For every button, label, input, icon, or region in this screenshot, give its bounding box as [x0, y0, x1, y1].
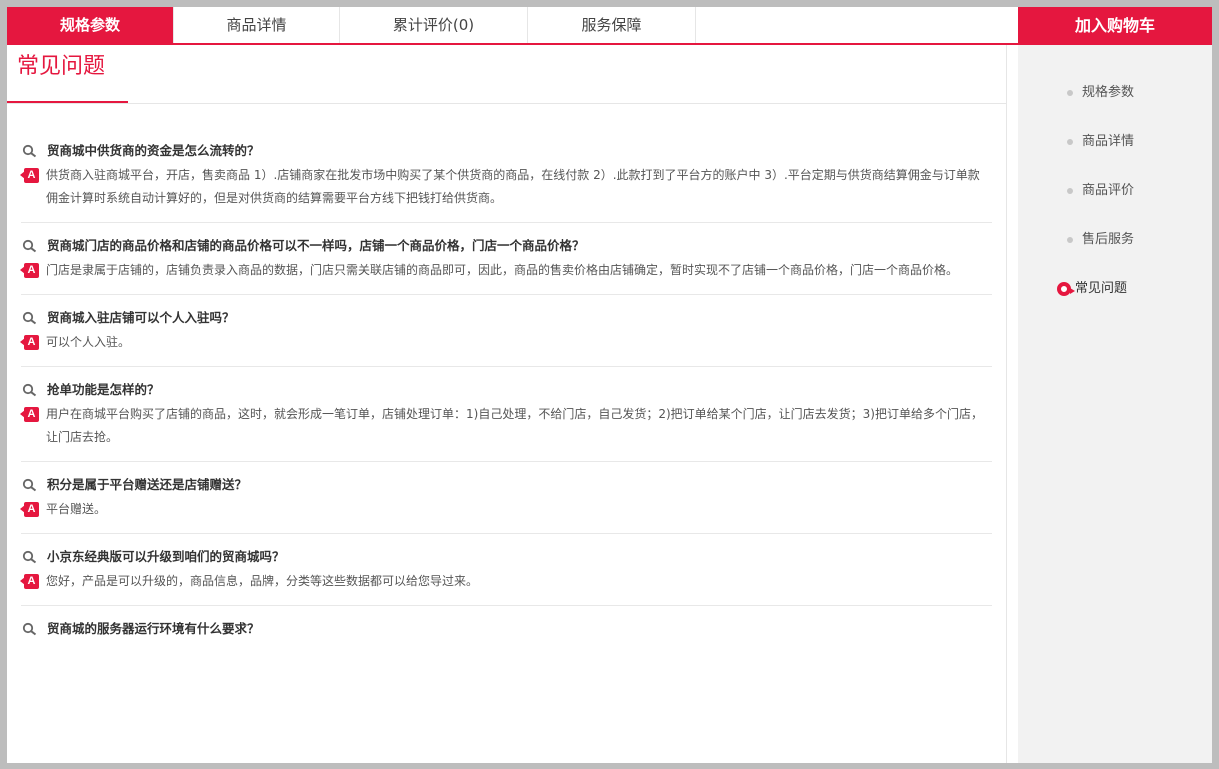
- bullet-dot-icon: [1067, 90, 1073, 96]
- answer-text: 门店是隶属于店铺的，店铺负责录入商品的数据，门店只需关联店铺的商品即可，因此，商…: [46, 263, 959, 277]
- section-header: 常见问题: [7, 45, 1006, 104]
- answer-row: A 您好，产品是可以升级的，商品信息，品牌，分类等这些数据都可以给您导过来。: [20, 570, 992, 593]
- question-search-icon: [21, 548, 39, 566]
- answer-text: 平台赠送。: [46, 502, 107, 516]
- question-row: 积分是属于平台赠送还是店铺赠送？: [21, 475, 992, 495]
- question-text: 积分是属于平台赠送还是店铺赠送？: [47, 477, 248, 492]
- faq-panel: 常见问题 贸商城中供货商的资金是怎么流转的？ A 供货商入驻商城平台，开店，售卖…: [7, 45, 1007, 763]
- answer-text: 您好，产品是可以升级的，商品信息，品牌，分类等这些数据都可以给您导过来。: [46, 574, 479, 588]
- faq-item: 贸商城门店的商品价格和店铺的商品价格可以不一样吗，店铺一个商品价格，门店一个商品…: [20, 223, 992, 295]
- answer-row: A 用户在商城平台购买了店铺的商品，这时，就会形成一笔订单，店铺处理订单：1)自…: [20, 403, 992, 449]
- active-pointer-icon: [1057, 282, 1075, 296]
- side-nav-label: 商品评价: [1082, 183, 1135, 198]
- answer-icon: A: [20, 263, 39, 279]
- faq-item: 积分是属于平台赠送还是店铺赠送？ A 平台赠送。: [20, 462, 992, 534]
- side-nav-item-faq[interactable]: 常见问题: [1057, 279, 1127, 299]
- answer-icon: A: [20, 502, 39, 518]
- faq-list: 贸商城中供货商的资金是怎么流转的？ A 供货商入驻商城平台，开店，售卖商品 1）…: [7, 104, 1006, 651]
- question-row: 小京东经典版可以升级到咱们的贸商城吗？: [21, 547, 992, 567]
- bullet-dot-icon: [1067, 139, 1073, 145]
- question-search-icon: [21, 309, 39, 327]
- side-nav-item-details[interactable]: 商品详情: [1064, 132, 1134, 152]
- side-nav-item-specs[interactable]: 规格参数: [1064, 83, 1134, 103]
- answer-icon: A: [20, 574, 39, 590]
- side-nav-item-after-sales[interactable]: 售后服务: [1064, 230, 1134, 250]
- question-search-icon: [21, 237, 39, 255]
- question-text: 小京东经典版可以升级到咱们的贸商城吗？: [47, 549, 285, 564]
- answer-icon: A: [20, 335, 39, 351]
- question-text: 贸商城入驻店铺可以个人入驻吗？: [47, 310, 235, 325]
- question-search-icon: [21, 142, 39, 160]
- faq-item: 贸商城入驻店铺可以个人入驻吗？ A 可以个人入驻。: [20, 295, 992, 367]
- answer-text: 可以个人入驻。: [46, 335, 131, 349]
- side-nav-item-reviews[interactable]: 商品评价: [1064, 181, 1134, 201]
- add-to-cart-button[interactable]: 加入购物车: [1018, 7, 1212, 45]
- question-text: 贸商城的服务器运行环境有什么要求？: [47, 621, 260, 636]
- tab-specs[interactable]: 规格参数: [7, 7, 174, 43]
- answer-text: 用户在商城平台购买了店铺的商品，这时，就会形成一笔订单，店铺处理订单：1)自己处…: [46, 407, 983, 444]
- section-title: 常见问题: [7, 45, 128, 103]
- question-search-icon: [21, 476, 39, 494]
- answer-text: 供货商入驻商城平台，开店，售卖商品 1）.店铺商家在批发市场中购买了某个供货商的…: [46, 168, 980, 205]
- faq-item: 抢单功能是怎样的？ A 用户在商城平台购买了店铺的商品，这时，就会形成一笔订单，…: [20, 367, 992, 462]
- faq-item: 贸商城的服务器运行环境有什么要求？: [21, 606, 992, 651]
- faq-item: 贸商城中供货商的资金是怎么流转的？ A 供货商入驻商城平台，开店，售卖商品 1）…: [20, 104, 992, 223]
- question-row: 贸商城门店的商品价格和店铺的商品价格可以不一样吗，店铺一个商品价格，门店一个商品…: [21, 236, 992, 256]
- answer-icon: A: [20, 407, 39, 423]
- tab-service[interactable]: 服务保障: [528, 7, 696, 43]
- question-row: 贸商城中供货商的资金是怎么流转的？: [21, 141, 992, 161]
- answer-row: A 供货商入驻商城平台，开店，售卖商品 1）.店铺商家在批发市场中购买了某个供货…: [20, 164, 992, 210]
- side-nav-label: 商品详情: [1082, 134, 1135, 149]
- question-search-icon: [21, 620, 39, 638]
- tab-bar: 规格参数 商品详情 累计评价(0) 服务保障: [7, 7, 1018, 45]
- question-text: 抢单功能是怎样的？: [47, 382, 160, 397]
- page-frame: 规格参数 商品详情 累计评价(0) 服务保障 加入购物车 常见问题 贸商城中供货…: [7, 7, 1212, 763]
- bullet-dot-icon: [1067, 188, 1073, 194]
- tab-details[interactable]: 商品详情: [174, 7, 340, 43]
- answer-icon: A: [20, 168, 39, 184]
- side-nav-label: 售后服务: [1082, 232, 1135, 247]
- question-text: 贸商城门店的商品价格和店铺的商品价格可以不一样吗，店铺一个商品价格，门店一个商品…: [47, 238, 585, 253]
- answer-row: A 可以个人入驻。: [20, 331, 992, 354]
- question-search-icon: [21, 381, 39, 399]
- answer-row: A 门店是隶属于店铺的，店铺负责录入商品的数据，门店只需关联店铺的商品即可，因此…: [20, 259, 992, 282]
- faq-item: 小京东经典版可以升级到咱们的贸商城吗？ A 您好，产品是可以升级的，商品信息，品…: [20, 534, 992, 606]
- bullet-dot-icon: [1067, 237, 1073, 243]
- side-nav: 规格参数 商品详情 商品评价 售后服务 常见问题: [1018, 45, 1212, 763]
- side-nav-label: 常见问题: [1075, 281, 1128, 296]
- question-row: 抢单功能是怎样的？: [21, 380, 992, 400]
- side-nav-label: 规格参数: [1082, 85, 1135, 100]
- question-text: 贸商城中供货商的资金是怎么流转的？: [47, 143, 260, 158]
- question-row: 贸商城的服务器运行环境有什么要求？: [21, 619, 992, 639]
- tab-reviews[interactable]: 累计评价(0): [340, 7, 528, 43]
- answer-row: A 平台赠送。: [20, 498, 992, 521]
- question-row: 贸商城入驻店铺可以个人入驻吗？: [21, 308, 992, 328]
